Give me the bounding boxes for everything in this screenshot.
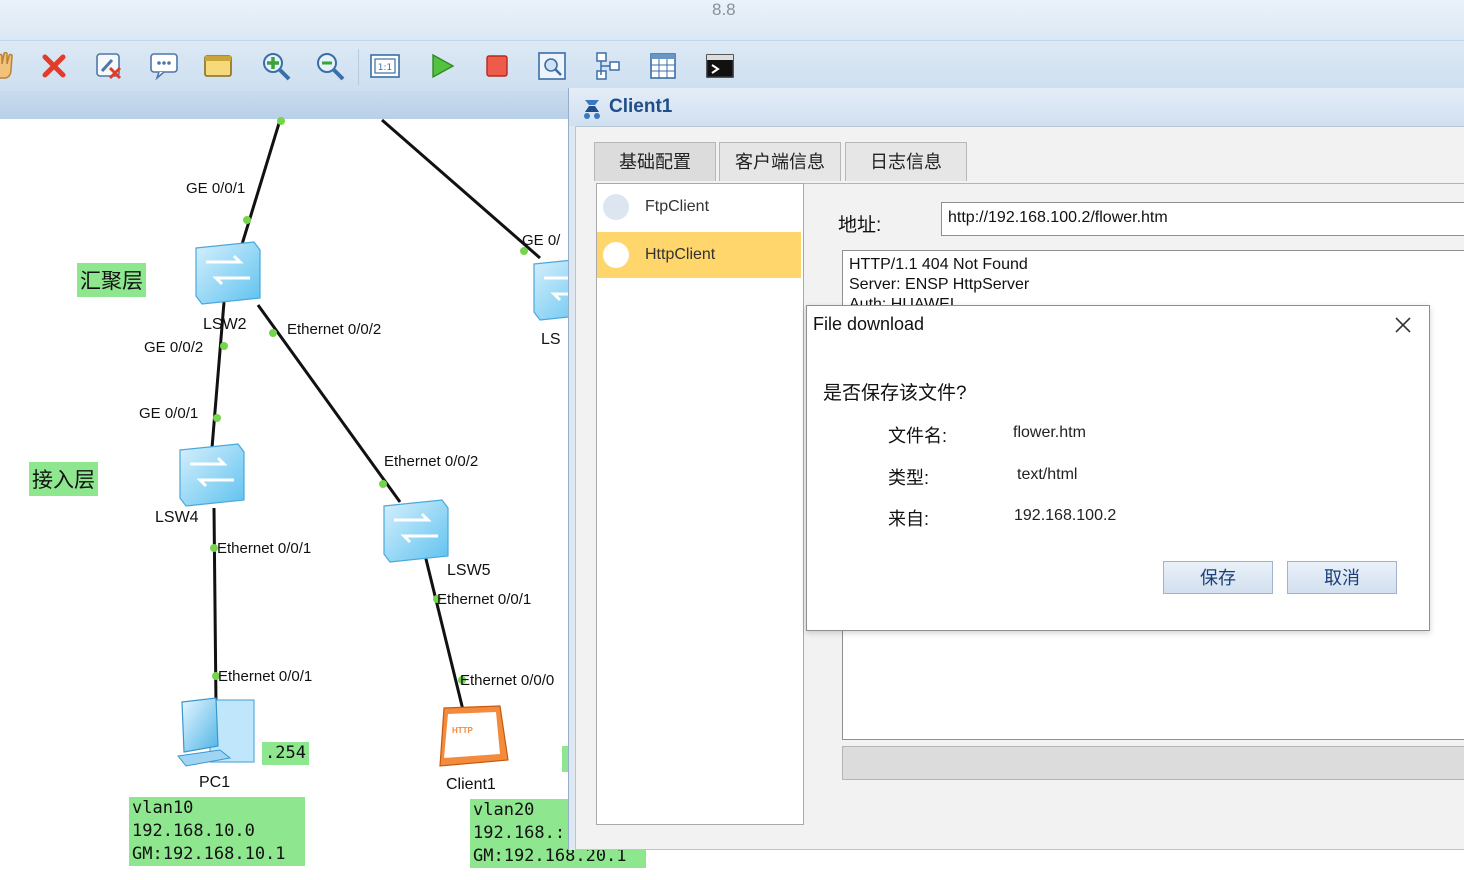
device-name: Client1 bbox=[446, 776, 496, 793]
port-label: GE 0/ bbox=[522, 232, 561, 249]
address-label: 地址: bbox=[838, 215, 882, 236]
client-app-icon bbox=[581, 96, 603, 125]
http-client-icon[interactable] bbox=[439, 705, 509, 767]
vlan-line: 192.168.10.0 bbox=[132, 821, 255, 841]
list-item-ftpclient[interactable]: FtpClient bbox=[597, 184, 801, 230]
client-type-list: FtpClient HttpClient bbox=[596, 183, 804, 825]
link-right bbox=[381, 118, 541, 260]
port-label: GE 0/0/2 bbox=[144, 339, 204, 356]
port-dot bbox=[277, 117, 285, 125]
port-dot bbox=[213, 414, 221, 422]
port-label: Ethernet 0/0/2 bbox=[287, 321, 382, 338]
switch-icon[interactable] bbox=[179, 443, 245, 507]
port-dot bbox=[269, 329, 277, 337]
device-name: LSW4 bbox=[155, 509, 199, 526]
window-title: Client1 bbox=[609, 96, 673, 117]
address-input[interactable]: http://192.168.100.2/flower.htm bbox=[941, 202, 1464, 236]
port-dot bbox=[243, 216, 251, 224]
window-title-bar[interactable]: Client1 bbox=[569, 88, 1464, 126]
cancel-button[interactable]: 取消 bbox=[1287, 561, 1397, 594]
switch-icon[interactable] bbox=[383, 499, 449, 563]
port-dot bbox=[379, 480, 387, 488]
file-download-dialog: File download 是否保存该文件? 文件名: flower.htm 类… bbox=[806, 305, 1430, 631]
filename-label: 文件名: bbox=[888, 426, 948, 446]
vlan-line: vlan10 bbox=[132, 798, 194, 818]
tab-basic-config[interactable]: 基础配置 bbox=[594, 142, 716, 181]
device-name: LSW5 bbox=[447, 562, 491, 579]
port-label: Ethernet 0/0/1 bbox=[217, 540, 312, 557]
tab-client-info[interactable]: 客户端信息 bbox=[719, 142, 841, 181]
port-label: Ethernet 0/0/1 bbox=[437, 591, 532, 608]
pc-icon[interactable] bbox=[177, 697, 255, 767]
vlan-line: GM:192.168.10.1 bbox=[132, 844, 286, 864]
radio-icon bbox=[603, 194, 629, 220]
source-value: 192.168.100.2 bbox=[1014, 507, 1117, 524]
type-label: 类型: bbox=[888, 468, 930, 488]
device-name: PC1 bbox=[199, 774, 231, 791]
save-button[interactable]: 保存 bbox=[1163, 561, 1273, 594]
http-tag: HTTP bbox=[452, 726, 473, 735]
dialog-title: File download bbox=[813, 314, 925, 334]
progress-bar bbox=[842, 746, 1464, 780]
port-label: Ethernet 0/0/2 bbox=[384, 453, 479, 470]
list-item-label: HttpClient bbox=[645, 246, 716, 263]
vlan10-label: vlan10 192.168.10.0 GM:192.168.10.1 bbox=[129, 797, 305, 866]
switch-icon[interactable] bbox=[195, 241, 261, 305]
aggregation-layer-label: 汇聚层 bbox=[77, 263, 146, 297]
port-label: Ethernet 0/0/0 bbox=[460, 672, 555, 689]
device-name: LSW2 bbox=[203, 316, 247, 333]
type-value: text/html bbox=[1017, 466, 1078, 483]
port-label: GE 0/0/1 bbox=[186, 180, 246, 197]
device-name: LS bbox=[541, 331, 561, 348]
port-label: Ethernet 0/0/1 bbox=[218, 668, 313, 685]
source-label: 来自: bbox=[888, 509, 930, 529]
dialog-question: 是否保存该文件? bbox=[823, 383, 967, 404]
list-item-httpclient[interactable]: HttpClient bbox=[597, 232, 801, 278]
port-dot bbox=[220, 342, 228, 350]
tab-log-info[interactable]: 日志信息 bbox=[845, 142, 967, 181]
close-icon[interactable] bbox=[1392, 314, 1414, 336]
filename-value: flower.htm bbox=[1013, 424, 1086, 441]
radio-icon bbox=[603, 242, 629, 268]
pc1-ip-suffix: .254 bbox=[262, 742, 309, 765]
list-item-label: FtpClient bbox=[645, 198, 710, 215]
port-label: GE 0/0/1 bbox=[139, 405, 199, 422]
access-layer-label: 接入层 bbox=[29, 462, 98, 496]
